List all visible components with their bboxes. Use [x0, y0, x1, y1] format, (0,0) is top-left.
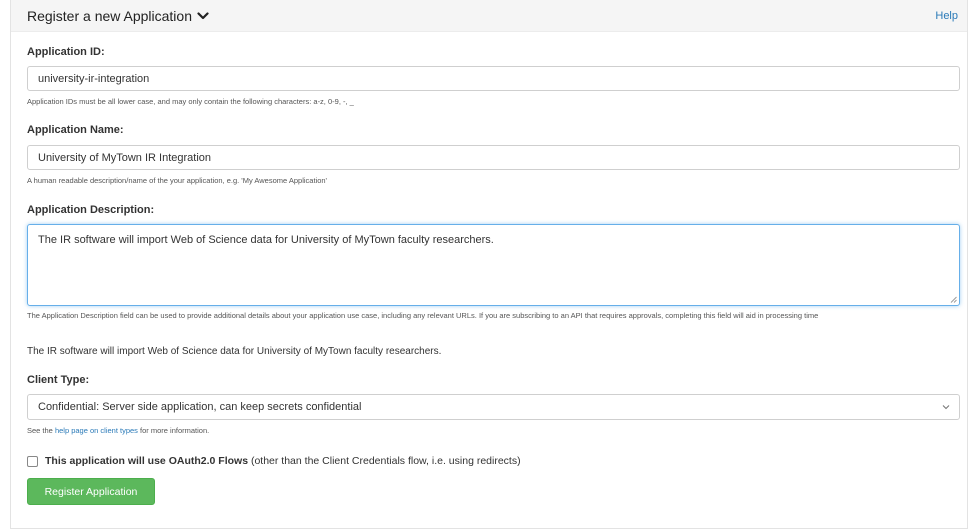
client-types-help-link[interactable]: help page on client types [55, 426, 138, 435]
app-description-preview: The IR software will import Web of Scien… [27, 346, 442, 357]
panel-title: Register a new Application [27, 7, 192, 24]
oauth-label-bold: This application will use OAuth2.0 Flows [45, 455, 249, 467]
panel-title-toggle[interactable]: Register a new Application [27, 8, 209, 24]
app-id-input[interactable] [27, 66, 960, 91]
client-type-hint: See the help page on client types for mo… [27, 425, 957, 436]
help-link[interactable]: Help [935, 10, 958, 22]
client-type-hint-prefix: See the [27, 426, 55, 435]
client-type-selected: Confidential: Server side application, c… [38, 401, 362, 413]
client-type-label: Client Type: [27, 374, 90, 386]
app-id-label: Application ID: [27, 46, 105, 58]
oauth-label: This application will use OAuth2.0 Flows… [45, 455, 521, 467]
app-description-hint: The Application Description field can be… [27, 311, 819, 320]
resize-grip-icon[interactable] [950, 296, 957, 303]
oauth-checkbox[interactable] [27, 455, 38, 467]
app-id-hint: Application IDs must be all lower case, … [27, 97, 354, 106]
client-type-select[interactable]: Confidential: Server side application, c… [27, 394, 960, 420]
app-name-hint: A human readable description/name of the… [27, 176, 327, 185]
app-description-wrapper: The IR software will import Web of Scien… [11, 224, 969, 306]
app-description-label: Application Description: [27, 204, 155, 216]
oauth-option[interactable]: This application will use OAuth2.0 Flows… [27, 455, 521, 467]
chevron-down-icon [197, 11, 209, 19]
chevron-down-icon [942, 405, 950, 410]
oauth-label-rest: (other than the Client Credentials flow,… [248, 455, 521, 467]
panel-header: Register a new Application Help [11, 0, 967, 32]
register-application-panel: Register a new Application Help Applicat… [10, 0, 968, 529]
app-description-textarea[interactable]: The IR software will import Web of Scien… [27, 224, 960, 306]
client-type-hint-suffix: for more information. [137, 426, 210, 435]
app-name-label: Application Name: [27, 124, 124, 136]
register-application-button[interactable]: Register Application [27, 478, 155, 505]
app-name-input[interactable] [27, 145, 960, 170]
